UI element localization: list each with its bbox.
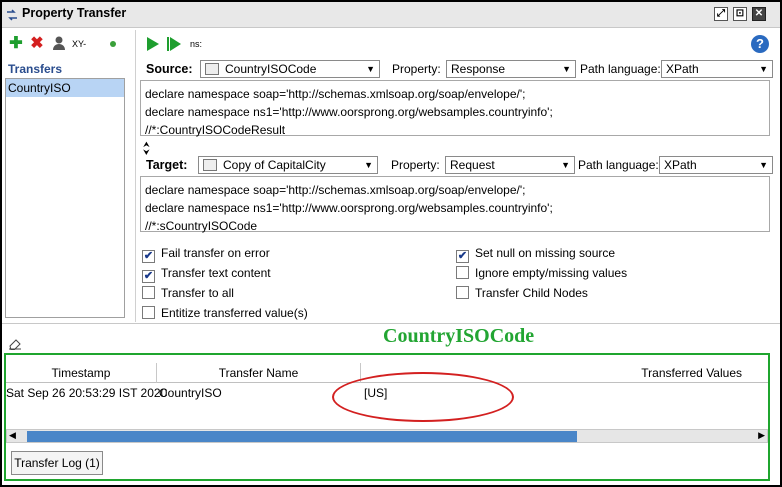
- ignore-empty-label: Ignore empty/missing values: [475, 266, 628, 280]
- child-nodes-checkbox[interactable]: [456, 286, 469, 299]
- chevron-down-icon: ▼: [366, 64, 375, 74]
- log-row-timestamp[interactable]: Sat Sep 26 20:53:29 IST 2020: [6, 384, 167, 402]
- run-icon[interactable]: [146, 36, 160, 55]
- target-path-language-label: Path language:: [578, 158, 659, 172]
- transfers-heading: Transfers: [8, 62, 63, 76]
- source-expression-line: declare namespace ns1='http://www.oorspr…: [145, 105, 553, 119]
- chevron-down-icon: ▼: [561, 160, 570, 170]
- eraser-icon[interactable]: [8, 338, 22, 353]
- transfer-text-option[interactable]: ✔ Transfer text content: [142, 265, 271, 283]
- target-property-select[interactable]: Request ▼: [445, 156, 575, 174]
- source-step-value: CountryISOCode: [225, 62, 317, 76]
- source-step-select[interactable]: CountryISOCode ▼: [200, 60, 380, 78]
- target-expression-line: declare namespace ns1='http://www.oorspr…: [145, 201, 553, 215]
- log-row-transfer-name[interactable]: CountryISO: [159, 384, 222, 402]
- run-step-icon[interactable]: [166, 36, 182, 55]
- target-expression-editor[interactable]: declare namespace soap='http://schemas.x…: [140, 176, 770, 233]
- fail-on-error-label: Fail transfer on error: [161, 246, 270, 260]
- scroll-right-icon[interactable]: ▶: [758, 430, 765, 441]
- teststep-icon: [205, 63, 219, 75]
- annotation-title: CountryISOCode: [383, 325, 535, 347]
- collapse-toggle-icon[interactable]: ⮝ ⮟: [143, 141, 150, 157]
- entitize-label: Entitize transferred value(s): [161, 306, 308, 320]
- chevron-down-icon: ▼: [759, 64, 768, 74]
- transfer-item-countryiso[interactable]: CountryISO: [6, 79, 124, 97]
- transfer-log-button[interactable]: Transfer Log (1): [11, 451, 103, 475]
- source-path-language-select[interactable]: XPath ▼: [661, 60, 773, 78]
- source-expression-line: declare namespace soap='http://schemas.x…: [145, 87, 526, 101]
- status-dot-icon: [110, 41, 116, 47]
- help-icon[interactable]: ?: [751, 35, 769, 53]
- child-nodes-option[interactable]: Transfer Child Nodes: [456, 285, 588, 303]
- user-icon[interactable]: [50, 35, 68, 53]
- source-path-language-label: Path language:: [580, 62, 661, 76]
- fail-on-error-checkbox[interactable]: ✔: [142, 250, 155, 263]
- add-transfer-icon[interactable]: ✚: [7, 35, 25, 53]
- highlight-ellipse: [332, 372, 514, 422]
- scroll-left-icon[interactable]: ◀: [9, 430, 16, 441]
- transfer-text-label: Transfer text content: [161, 266, 271, 280]
- close-icon[interactable]: ✕: [752, 7, 766, 21]
- target-property-label: Property:: [391, 158, 440, 172]
- set-null-label: Set null on missing source: [475, 246, 616, 260]
- target-path-language-select[interactable]: XPath ▼: [659, 156, 773, 174]
- delete-transfer-icon[interactable]: ✖: [28, 35, 46, 53]
- source-property-label: Property:: [392, 62, 441, 76]
- xy-label[interactable]: XY-: [72, 39, 86, 49]
- fail-on-error-option[interactable]: ✔ Fail transfer on error: [142, 245, 270, 263]
- transfer-text-checkbox[interactable]: ✔: [142, 270, 155, 283]
- teststep-icon: [203, 159, 217, 171]
- scroll-thumb[interactable]: [27, 431, 577, 442]
- column-header-transfer-name[interactable]: Transfer Name: [157, 363, 361, 383]
- source-path-language-value: XPath: [666, 62, 699, 76]
- chevron-down-icon: ▼: [364, 160, 373, 170]
- ignore-empty-checkbox[interactable]: [456, 266, 469, 279]
- restore-icon[interactable]: ⤢: [714, 7, 728, 21]
- source-property-select[interactable]: Response ▼: [446, 60, 576, 78]
- ignore-empty-option[interactable]: Ignore empty/missing values: [456, 265, 627, 283]
- transfer-all-label: Transfer to all: [161, 286, 234, 300]
- source-label: Source:: [146, 62, 193, 76]
- target-property-value: Request: [450, 158, 495, 172]
- maximize-icon[interactable]: ⊡: [733, 7, 747, 21]
- transfer-all-option[interactable]: Transfer to all: [142, 285, 234, 303]
- set-null-checkbox[interactable]: ✔: [456, 250, 469, 263]
- column-header-timestamp[interactable]: Timestamp: [6, 363, 157, 383]
- entitize-option[interactable]: Entitize transferred value(s): [142, 305, 308, 323]
- horizontal-scrollbar[interactable]: ◀ ▶: [6, 429, 768, 443]
- target-path-language-value: XPath: [664, 158, 697, 172]
- transfers-list[interactable]: [5, 78, 125, 318]
- child-nodes-label: Transfer Child Nodes: [475, 286, 588, 300]
- chevron-down-icon: ▼: [759, 160, 768, 170]
- target-label: Target:: [146, 158, 188, 172]
- ns-label[interactable]: ns:: [190, 39, 202, 49]
- set-null-option[interactable]: ✔ Set null on missing source: [456, 245, 615, 263]
- property-transfer-icon: [6, 9, 18, 21]
- target-expression-line: declare namespace soap='http://schemas.x…: [145, 183, 526, 197]
- source-property-value: Response: [451, 62, 506, 76]
- target-step-select[interactable]: Copy of CapitalCity ▼: [198, 156, 378, 174]
- target-step-value: Copy of CapitalCity: [223, 158, 326, 172]
- target-expression-line: //*:sCountryISOCode: [145, 219, 258, 233]
- source-expression-line: //*:CountryISOCodeResult: [145, 123, 286, 137]
- window-title: Property Transfer: [22, 6, 127, 20]
- source-expression-editor[interactable]: declare namespace soap='http://schemas.x…: [140, 80, 770, 137]
- entitize-checkbox[interactable]: [142, 306, 155, 319]
- divider: [2, 323, 780, 324]
- transfer-all-checkbox[interactable]: [142, 286, 155, 299]
- chevron-down-icon: ▼: [562, 64, 571, 74]
